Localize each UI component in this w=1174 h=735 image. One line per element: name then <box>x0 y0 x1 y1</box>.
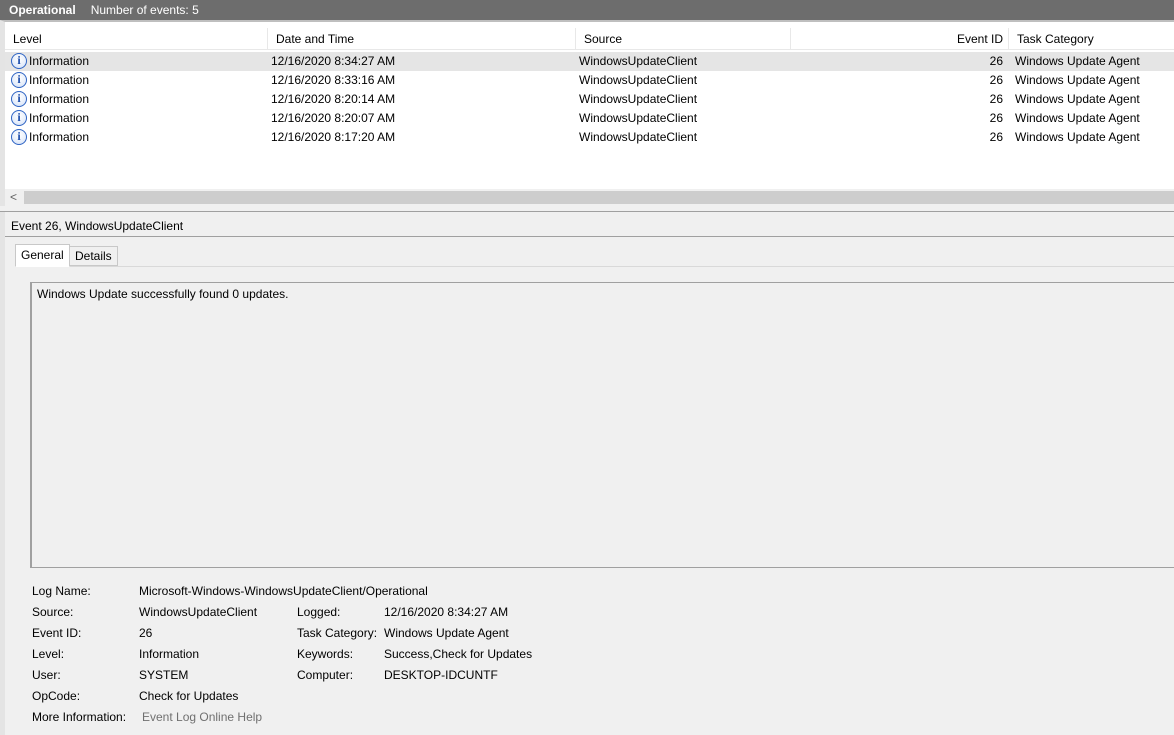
row-eventid: 26 <box>989 92 1003 106</box>
divider <box>15 266 1174 267</box>
column-header-eventid[interactable]: Event ID <box>791 28 1009 50</box>
row-source: WindowsUpdateClient <box>579 54 698 68</box>
level-label: Level: <box>32 647 65 661</box>
row-eventid: 26 <box>989 111 1003 125</box>
row-source: WindowsUpdateClient <box>579 130 698 144</box>
event-id-label: Event ID: <box>32 626 82 640</box>
table-row[interactable]: i Information 12/16/2020 8:17:20 AM Wind… <box>5 128 1174 147</box>
logged-value: 12/16/2020 8:34:27 AM <box>384 605 509 619</box>
event-count: Number of events: 5 <box>90 3 199 17</box>
row-source: WindowsUpdateClient <box>579 111 698 125</box>
row-datetime: 12/16/2020 8:33:16 AM <box>271 73 396 87</box>
row-task-category: Windows Update Agent <box>1015 54 1140 68</box>
event-log-online-help-link[interactable]: Event Log Online Help <box>142 707 262 728</box>
row-task-category: Windows Update Agent <box>1015 92 1140 106</box>
information-icon: i <box>11 53 27 69</box>
event-id-value: 26 <box>139 626 153 640</box>
event-properties: Log Name: Microsoft-Windows-WindowsUpdat… <box>27 581 1167 731</box>
user-value: SYSTEM <box>139 668 189 682</box>
event-detail-header: Event 26, WindowsUpdateClient <box>11 219 184 233</box>
column-header-task-category[interactable]: Task Category <box>1009 28 1174 50</box>
row-task-category: Windows Update Agent <box>1015 73 1140 87</box>
task-category-label: Task Category: <box>297 626 378 640</box>
event-description: Windows Update successfully found 0 upda… <box>37 287 289 301</box>
opcode-label: OpCode: <box>32 689 81 703</box>
keywords-label: Keywords: <box>297 647 354 661</box>
row-datetime: 12/16/2020 8:17:20 AM <box>271 130 396 144</box>
level-value: Information <box>139 647 200 661</box>
row-source: WindowsUpdateClient <box>579 73 698 87</box>
row-task-category: Windows Update Agent <box>1015 130 1140 144</box>
computer-value: DESKTOP-IDCUNTF <box>384 668 498 682</box>
information-icon: i <box>11 72 27 88</box>
horizontal-scrollbar[interactable]: < <box>5 189 1174 206</box>
log-title: Operational <box>9 3 76 17</box>
tab-general[interactable]: General <box>15 244 70 267</box>
column-header-datetime[interactable]: Date and Time <box>268 28 576 50</box>
events-titlebar: Operational Number of events: 5 <box>0 0 1174 20</box>
table-row[interactable]: i Information 12/16/2020 8:33:16 AM Wind… <box>5 71 1174 90</box>
row-datetime: 12/16/2020 8:20:07 AM <box>271 111 396 125</box>
logged-label: Logged: <box>297 605 341 619</box>
information-icon: i <box>11 110 27 126</box>
task-category-value: Windows Update Agent <box>384 626 509 640</box>
table-row[interactable]: i Information 12/16/2020 8:20:14 AM Wind… <box>5 90 1174 109</box>
event-description-box[interactable]: Windows Update successfully found 0 upda… <box>30 282 1174 568</box>
log-name-value: Microsoft-Windows-WindowsUpdateClient/Op… <box>139 584 428 598</box>
tab-details[interactable]: Details <box>69 246 118 266</box>
row-level: Information <box>29 92 90 106</box>
row-level: Information <box>29 130 90 144</box>
event-detail-pane: Event 26, WindowsUpdateClient General De… <box>0 212 1174 735</box>
row-level: Information <box>29 73 90 87</box>
log-name-label: Log Name: <box>32 584 91 598</box>
divider <box>5 236 1174 237</box>
source-value: WindowsUpdateClient <box>139 605 258 619</box>
row-eventid: 26 <box>989 130 1003 144</box>
row-datetime: 12/16/2020 8:20:14 AM <box>271 92 396 106</box>
table-row[interactable]: i Information 12/16/2020 8:20:07 AM Wind… <box>5 109 1174 128</box>
more-information-label: More Information: <box>32 710 127 724</box>
row-source: WindowsUpdateClient <box>579 92 698 106</box>
row-eventid: 26 <box>989 54 1003 68</box>
opcode-value: Check for Updates <box>139 689 239 703</box>
source-label: Source: <box>32 605 74 619</box>
row-eventid: 26 <box>989 73 1003 87</box>
information-icon: i <box>11 129 27 145</box>
keywords-value: Success,Check for Updates <box>384 647 533 661</box>
column-header-row: Level Date and Time Source Event ID Task… <box>5 28 1174 50</box>
user-label: User: <box>32 668 61 682</box>
table-row[interactable]: i Information 12/16/2020 8:34:27 AM Wind… <box>5 52 1174 71</box>
column-header-source[interactable]: Source <box>576 28 791 50</box>
computer-label: Computer: <box>297 668 354 682</box>
scrollbar-thumb[interactable] <box>24 191 1174 204</box>
information-icon: i <box>11 91 27 107</box>
row-task-category: Windows Update Agent <box>1015 111 1140 125</box>
column-header-level[interactable]: Level <box>5 28 268 50</box>
event-list[interactable]: Level Date and Time Source Event ID Task… <box>0 20 1174 206</box>
row-level: Information <box>29 54 90 68</box>
row-datetime: 12/16/2020 8:34:27 AM <box>271 54 396 68</box>
row-level: Information <box>29 111 90 125</box>
scroll-left-icon[interactable]: < <box>5 189 22 206</box>
event-rows: i Information 12/16/2020 8:34:27 AM Wind… <box>5 52 1174 147</box>
